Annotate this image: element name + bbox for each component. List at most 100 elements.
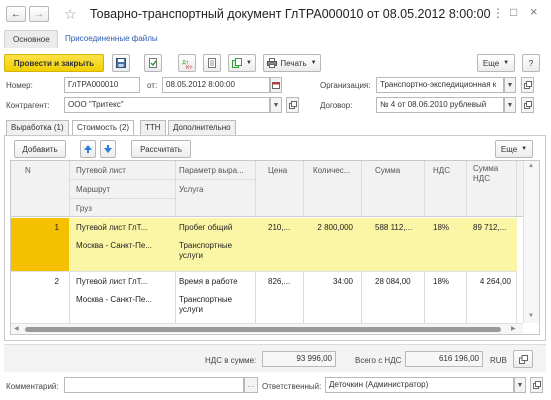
tab-cost[interactable]: Стоимость (2) (72, 120, 135, 136)
document-structure-button[interactable] (203, 54, 221, 72)
counterparty-open-button[interactable] (286, 97, 299, 113)
col-header-service[interactable]: Услуга (179, 185, 203, 194)
price-cell[interactable]: 826,... (268, 277, 302, 286)
favorite-star-icon[interactable]: ☆ (64, 6, 77, 23)
col-header-param[interactable]: Параметр выра... (179, 166, 244, 175)
save-button[interactable] (112, 54, 130, 72)
col-header-n[interactable]: N (25, 166, 31, 175)
printer-icon (267, 58, 278, 68)
chevron-down-icon: ▼ (506, 101, 514, 109)
route-cell[interactable]: Москва - Санкт-Пе... (76, 295, 172, 304)
more-actions-button[interactable]: Еще ▼ (477, 54, 515, 72)
print-button[interactable]: Печать ▼ (263, 54, 321, 72)
date-from-label: от: (147, 81, 158, 90)
col-header-cargo[interactable]: Груз (76, 204, 92, 213)
col-header-vat-sum[interactable]: Сумма НДС (473, 164, 513, 184)
help-button[interactable]: ? (522, 54, 540, 72)
date-field[interactable]: 08.05.2012 8:00:00 (162, 77, 270, 93)
tab-output[interactable]: Выработка (1) (6, 120, 69, 135)
help-label: ? (528, 58, 534, 68)
responsible-label: Ответственный: (262, 382, 322, 391)
route-cell[interactable]: Москва - Санкт-Пе... (76, 241, 172, 250)
param-cell[interactable]: Время в работе (179, 277, 253, 286)
price-settings-button[interactable] (513, 350, 533, 368)
organization-dropdown-button[interactable]: ▼ (504, 77, 516, 93)
create-based-on-button[interactable]: ▼ (228, 54, 256, 72)
arrow-up-icon (84, 145, 92, 153)
close-icon[interactable]: × (530, 4, 538, 19)
scroll-up-icon[interactable]: ▲ (528, 163, 534, 169)
calendar-button[interactable] (270, 77, 282, 93)
responsible-open-button[interactable] (530, 377, 543, 393)
post-and-close-button[interactable]: Провести и закрыть (4, 54, 104, 72)
move-up-button[interactable] (80, 140, 96, 158)
scroll-right-icon[interactable]: ▶ (511, 325, 516, 332)
param-cell[interactable]: Пробег общий (179, 223, 253, 232)
comment-field[interactable] (64, 377, 244, 393)
tab-additional[interactable]: Дополнительно (168, 120, 236, 135)
tab-attached-files[interactable]: Присоединенные файлы (65, 34, 158, 43)
vat-cell[interactable]: 18% (433, 223, 463, 232)
col-header-qty[interactable]: Количес... (313, 166, 350, 175)
sum-cell[interactable]: 28 084,00 (375, 277, 423, 286)
service-cell[interactable]: Транспортные услуги (179, 295, 245, 315)
tab-main-label: Основное (13, 35, 50, 44)
col-header-sum[interactable]: Сумма (375, 166, 400, 175)
qty-cell[interactable]: 34:00 (305, 277, 353, 286)
horizontal-scrollbar[interactable]: ◀ ▶ (11, 323, 523, 334)
vat-total-label: НДС в сумме: (205, 356, 257, 365)
scroll-left-icon[interactable]: ◀ (14, 325, 19, 332)
more-menu-icon[interactable]: ⋮ (492, 6, 504, 20)
waybill-cell[interactable]: Путевой лист ГлТ... (76, 223, 172, 232)
more-actions-label: Еще (482, 58, 500, 68)
tab-main[interactable]: Основное (4, 30, 58, 48)
col-header-waybill[interactable]: Путевой лист (76, 166, 126, 175)
number-field[interactable]: ГлТРА000010 (64, 77, 140, 93)
vat-cell[interactable]: 18% (433, 277, 463, 286)
forward-button[interactable]: → (29, 6, 49, 22)
comment-expand-button[interactable]: … (244, 377, 258, 393)
col-header-price[interactable]: Цена (268, 166, 287, 175)
vat-sum-cell[interactable]: 89 712,... (473, 223, 515, 232)
table-more-label: Еще (500, 144, 518, 154)
col-header-vat[interactable]: НДС (433, 166, 450, 175)
counterparty-field[interactable]: ООО "Тритекс" (64, 97, 270, 113)
responsible-field[interactable]: Деточкин (Администратор) (325, 377, 514, 393)
contract-dropdown-button[interactable]: ▼ (504, 97, 516, 113)
calculate-button[interactable]: Рассчитать (131, 140, 191, 158)
service-cell[interactable]: Транспортные услуги (179, 241, 245, 261)
col-header-route[interactable]: Маршрут (76, 185, 110, 194)
contract-field[interactable]: № 4 от 08.06.2010 рублевый (376, 97, 504, 113)
add-row-button[interactable]: Добавить (14, 140, 66, 158)
document-icon (208, 58, 216, 68)
open-link-icon (523, 101, 532, 109)
price-cell[interactable]: 210,... (268, 223, 302, 232)
vertical-scrollbar[interactable]: ▲ ▼ (523, 161, 539, 323)
move-down-button[interactable] (100, 140, 116, 158)
contract-open-button[interactable] (521, 97, 534, 113)
scroll-down-icon[interactable]: ▼ (528, 313, 534, 319)
waybill-cell[interactable]: Путевой лист ГлТ... (76, 277, 172, 286)
vat-total-field: 93 996,00 (262, 351, 336, 367)
vat-sum-cell[interactable]: 4 264,00 (469, 277, 511, 286)
open-link-icon (532, 381, 541, 389)
qty-cell[interactable]: 2 800,000 (305, 223, 353, 232)
post-button[interactable] (144, 54, 162, 72)
maximize-icon[interactable]: □ (510, 5, 517, 19)
open-link-icon (523, 81, 532, 89)
sum-cell[interactable]: 588 112,... (375, 223, 423, 232)
back-button[interactable]: ← (6, 6, 26, 22)
tab-ttn[interactable]: ТТН (140, 120, 166, 135)
counterparty-dropdown-button[interactable]: ▼ (270, 97, 282, 113)
row-number: 2 (54, 277, 59, 286)
organization-label: Организация: (320, 81, 371, 90)
chevron-down-icon: ▼ (503, 60, 510, 66)
organization-open-button[interactable] (521, 77, 534, 93)
organization-field[interactable]: Транспортно-экспедиционная к (376, 77, 504, 93)
dt-kt-button[interactable]: Дт Кт (178, 54, 196, 72)
responsible-dropdown-button[interactable]: ▼ (514, 377, 526, 393)
table-more-button[interactable]: Еще ▼ (495, 140, 533, 158)
scroll-thumb[interactable] (25, 327, 501, 332)
chevron-down-icon: ▼ (246, 60, 252, 66)
post-and-close-label: Провести и закрыть (13, 58, 95, 68)
